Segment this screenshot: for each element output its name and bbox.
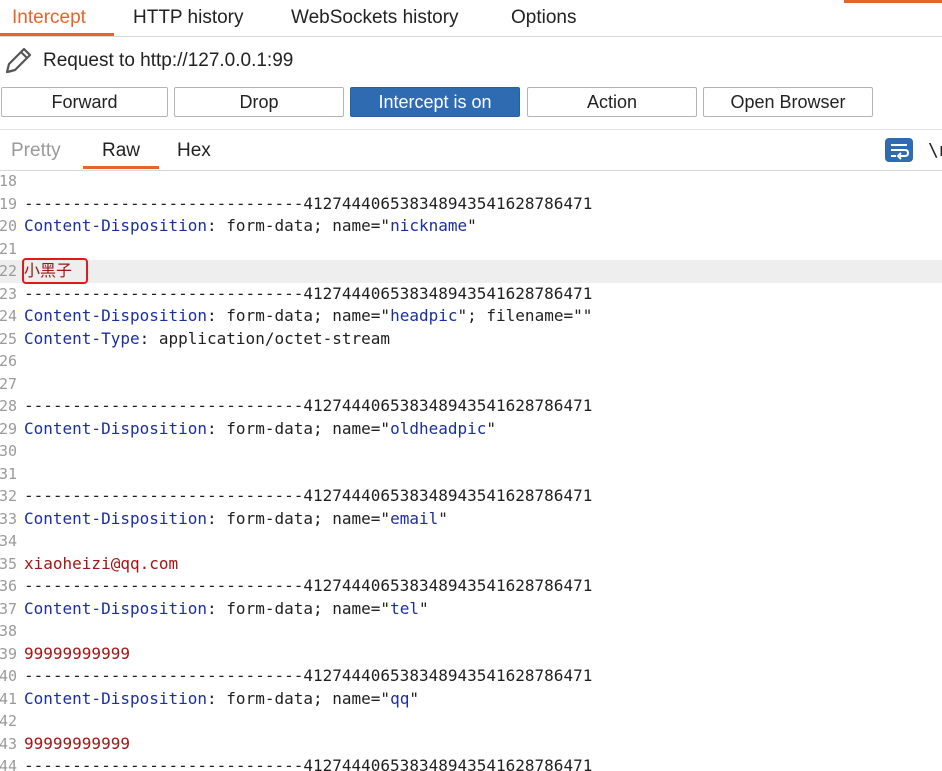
header-line: Content-Disposition: form-data; name="ni… (24, 216, 477, 235)
active-view-indicator (83, 166, 159, 169)
header-line: Content-Disposition: form-data; name="em… (24, 508, 448, 528)
editor-line: 18 (0, 170, 942, 193)
line-number: 26 (0, 352, 17, 370)
line-number: 18 (0, 172, 17, 190)
editor-line: 21 (0, 238, 942, 261)
line-number: 36 (0, 577, 17, 595)
editor-line: 35 xiaoheizi@qq.com (0, 553, 942, 576)
accent-bar (844, 0, 942, 3)
line-number: 27 (0, 374, 17, 393)
header-line: Content-Disposition: form-data; name="he… (24, 306, 593, 325)
editor-line: 34 (0, 530, 942, 553)
line-number: 40 (0, 667, 17, 685)
boundary-text: -----------------------------41274440653… (24, 576, 593, 595)
editor-line: 26 (0, 350, 942, 373)
request-editor[interactable]: 18 19 -----------------------------41274… (0, 170, 942, 771)
editor-line: 27 (0, 373, 942, 396)
tab-intercept[interactable]: Intercept (12, 0, 86, 36)
email-value: xiaoheizi@qq.com (24, 553, 179, 573)
editor-line: 37 Content-Disposition: form-data; name=… (0, 598, 942, 621)
editor-line-current: 22 小黑子 (0, 260, 942, 283)
editor-line: 23 -----------------------------41274440… (0, 283, 942, 306)
view-tab-raw[interactable]: Raw (102, 140, 140, 162)
line-number: 33 (0, 509, 17, 528)
editor-line: 36 -----------------------------41274440… (0, 575, 942, 598)
editor-line: 30 (0, 440, 942, 463)
forward-button[interactable]: Forward (1, 87, 168, 117)
editor-line: 33 Content-Disposition: form-data; name=… (0, 508, 942, 531)
tel-value: 99999999999 (24, 643, 130, 663)
wrap-lines-icon[interactable] (885, 138, 913, 162)
line-number: 29 (0, 419, 17, 438)
editor-line: 40 -----------------------------41274440… (0, 665, 942, 688)
line-number: 37 (0, 599, 17, 618)
editor-line: 29 Content-Disposition: form-data; name=… (0, 418, 942, 441)
line-number: 19 (0, 194, 17, 213)
editor-line: 38 (0, 620, 942, 643)
line-number: 32 (0, 487, 17, 505)
line-number: 23 (0, 284, 17, 303)
line-number: 28 (0, 397, 17, 415)
tab-options[interactable]: Options (511, 0, 576, 36)
line-number: 39 (0, 644, 17, 663)
drop-button[interactable]: Drop (174, 87, 344, 117)
intercept-toggle-button[interactable]: Intercept is on (350, 87, 520, 117)
line-number: 34 (0, 532, 17, 550)
editor-line: 28 -----------------------------41274440… (0, 395, 942, 418)
line-number: 38 (0, 622, 17, 640)
line-number: 42 (0, 712, 17, 730)
line-number: 43 (0, 734, 17, 753)
boundary-text: -----------------------------41274440653… (24, 666, 593, 685)
boundary-text: -----------------------------41274440653… (24, 486, 593, 505)
message-view-bar (0, 129, 942, 171)
line-number: 31 (0, 464, 17, 483)
qq-value: 99999999999 (24, 733, 130, 753)
editor-line: 42 (0, 710, 942, 733)
tab-http-history[interactable]: HTTP history (133, 0, 244, 36)
editor-line: 31 (0, 463, 942, 486)
view-tab-pretty[interactable]: Pretty (11, 140, 61, 162)
editor-line: 41 Content-Disposition: form-data; name=… (0, 688, 942, 711)
line-number: 44 (0, 757, 17, 771)
header-line: Content-Type: application/octet-stream (24, 328, 391, 348)
line-number: 22 (0, 262, 17, 280)
header-line: Content-Disposition: form-data; name="qq… (24, 688, 419, 708)
line-number: 41 (0, 689, 17, 708)
editor-line: 20 Content-Disposition: form-data; name=… (0, 215, 942, 238)
line-number: 30 (0, 442, 17, 460)
editor-line: 25 Content-Type: application/octet-strea… (0, 328, 942, 351)
pencil-icon (5, 47, 32, 74)
highlight-box (22, 258, 88, 284)
newline-toggle[interactable]: \n (928, 140, 942, 161)
boundary-text: -----------------------------41274440653… (24, 756, 593, 771)
editor-line: 39 99999999999 (0, 643, 942, 666)
editor-line: 24 Content-Disposition: form-data; name=… (0, 305, 942, 328)
header-line: Content-Disposition: form-data; name="te… (24, 598, 429, 618)
header-line: Content-Disposition: form-data; name="ol… (24, 418, 497, 438)
boundary-text: -----------------------------41274440653… (24, 193, 593, 213)
request-title: Request to http://127.0.0.1:99 (43, 50, 294, 71)
line-number: 20 (0, 217, 17, 235)
editor-line: 43 99999999999 (0, 733, 942, 756)
line-number: 24 (0, 307, 17, 325)
active-tab-indicator (0, 33, 114, 36)
main-tab-bar: Intercept HTTP history WebSockets histor… (0, 0, 942, 37)
editor-line: 32 -----------------------------41274440… (0, 485, 942, 508)
view-tab-hex[interactable]: Hex (177, 140, 211, 162)
editor-line: 19 -----------------------------41274440… (0, 193, 942, 216)
boundary-text: -----------------------------41274440653… (24, 396, 593, 415)
action-button[interactable]: Action (527, 87, 697, 117)
tab-websockets-history[interactable]: WebSockets history (291, 0, 459, 36)
editor-line: 44 -----------------------------41274440… (0, 755, 942, 771)
line-number: 25 (0, 329, 17, 348)
open-browser-button[interactable]: Open Browser (703, 87, 873, 117)
line-number: 35 (0, 554, 17, 573)
boundary-text: -----------------------------41274440653… (24, 283, 593, 303)
line-number: 21 (0, 239, 17, 258)
